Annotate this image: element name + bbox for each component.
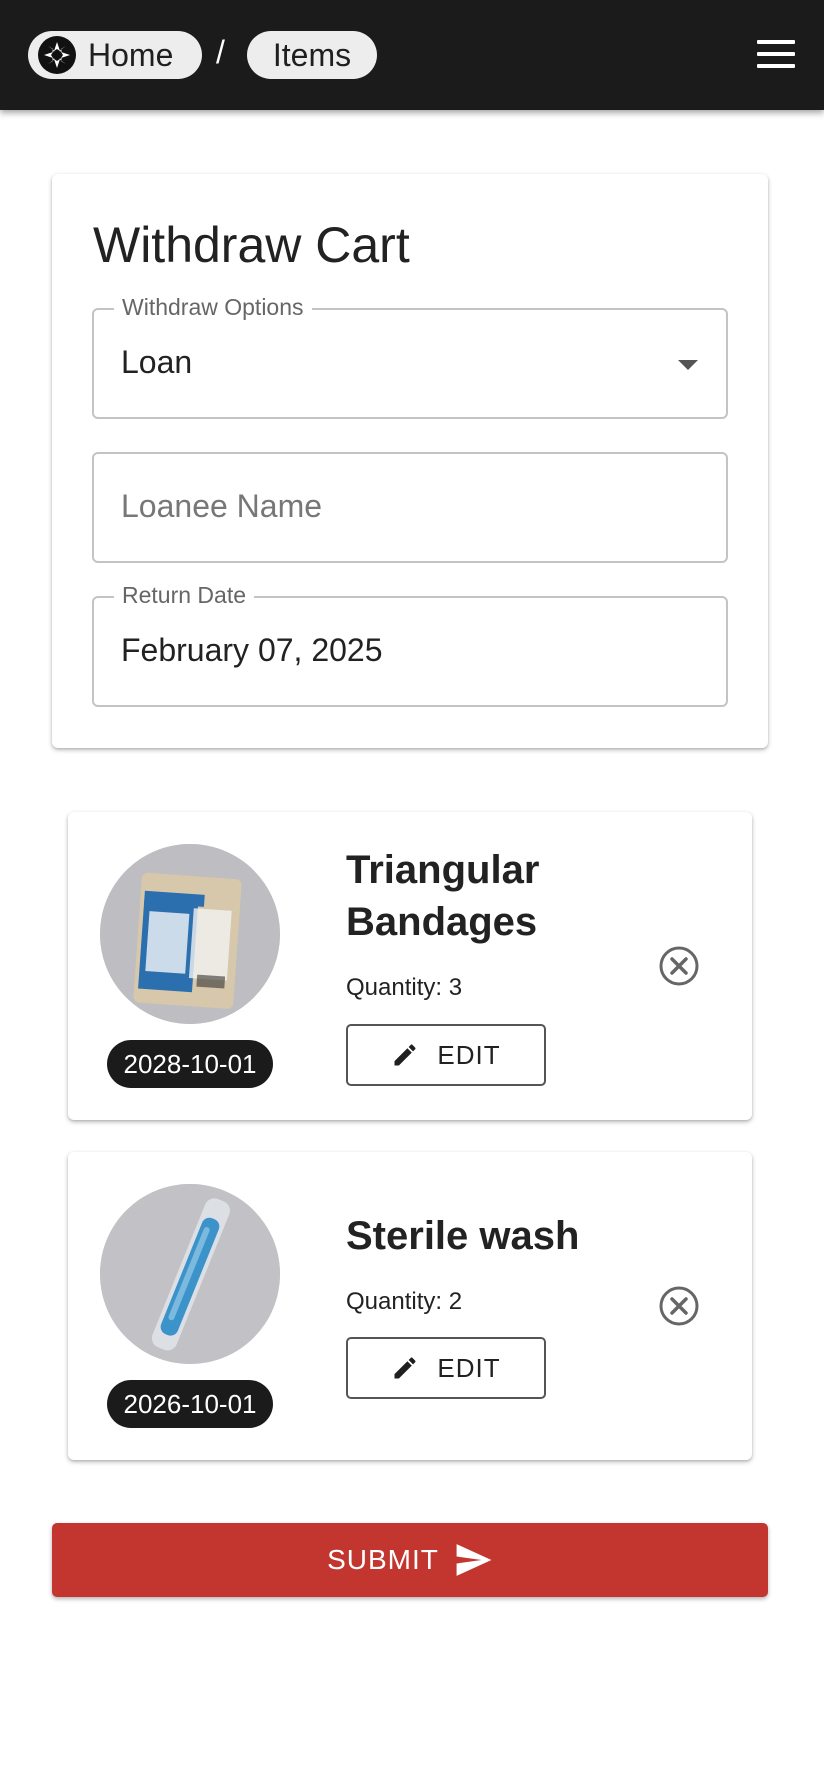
cart-item-card: 2026-10-01 Sterile wash Quantity: 2 EDIT — [68, 1152, 752, 1460]
loanee-name-input[interactable]: Loanee Name — [92, 452, 728, 563]
return-date-value: February 07, 2025 — [121, 632, 383, 668]
withdraw-form-card: Withdraw Cart Withdraw Options Loan Loan… — [52, 174, 768, 748]
item-name: Sterile wash — [346, 1214, 580, 1258]
remove-circle-icon[interactable] — [658, 1285, 700, 1327]
withdraw-options-label: Withdraw Options — [114, 294, 312, 321]
item-image — [100, 1184, 280, 1364]
submit-label: SUBMIT — [327, 1544, 439, 1575]
bandage-package-photo — [100, 844, 280, 1024]
top-app-bar: Home / Items — [0, 0, 824, 110]
item-expiry-badge: 2026-10-01 — [107, 1380, 273, 1428]
form-title: Withdraw Cart — [93, 217, 410, 273]
item-image — [100, 844, 280, 1024]
item-quantity: Quantity: 2 — [346, 1288, 463, 1315]
withdraw-options-select[interactable]: Withdraw Options Loan — [92, 294, 728, 419]
edit-item-button[interactable]: EDIT — [346, 1024, 546, 1086]
dropdown-arrow-icon — [678, 360, 698, 370]
hamburger-menu-icon[interactable] — [757, 40, 795, 68]
edit-label: EDIT — [437, 1039, 501, 1070]
submit-button[interactable]: SUBMIT — [52, 1523, 768, 1597]
sterile-wash-tube-photo — [100, 1184, 280, 1364]
remove-circle-icon[interactable] — [658, 945, 700, 987]
cart-item-card: 2028-10-01 Triangular Bandages Quantity:… — [68, 812, 752, 1120]
pencil-icon — [394, 1357, 416, 1379]
first-aid-logo-icon — [38, 36, 76, 74]
send-icon — [456, 1544, 492, 1576]
loanee-name-placeholder: Loanee Name — [121, 488, 323, 524]
breadcrumb-home-label: Home — [88, 36, 174, 73]
breadcrumb-home[interactable]: Home — [28, 31, 202, 79]
breadcrumb-items-label: Items — [272, 36, 352, 73]
breadcrumb-separator: / — [216, 34, 225, 70]
item-quantity: Quantity: 3 — [346, 974, 463, 1001]
item-expiry-badge: 2028-10-01 — [107, 1040, 273, 1088]
return-date-label: Return Date — [114, 582, 255, 609]
edit-label: EDIT — [437, 1352, 501, 1383]
withdraw-options-value: Loan — [121, 344, 193, 380]
breadcrumb-items[interactable]: Items — [247, 31, 377, 79]
item-name: Triangular Bandages — [346, 848, 540, 944]
return-date-field[interactable]: Return Date February 07, 2025 — [92, 582, 728, 707]
edit-item-button[interactable]: EDIT — [346, 1337, 546, 1399]
pencil-icon — [394, 1044, 416, 1066]
